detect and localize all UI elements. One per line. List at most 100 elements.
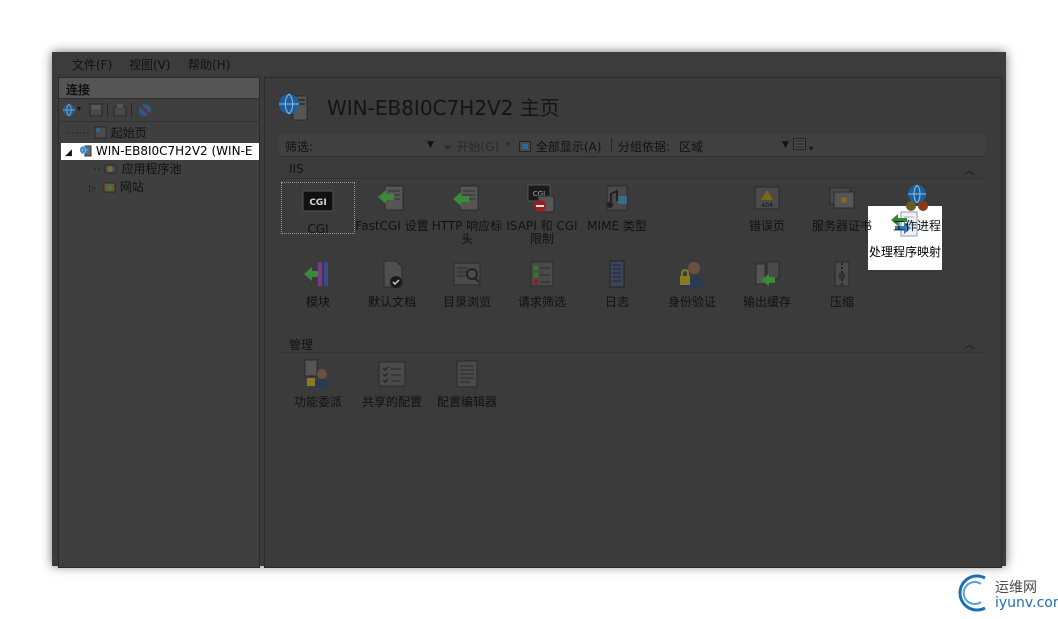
cgi-icon: CGI: [302, 190, 334, 212]
content-pane: WIN-EB8I0C7H2V2 主页 筛选: ▼ ⏷ 开始(G) ▾ 全部显示(…: [264, 77, 1002, 568]
go-button[interactable]: ⏷ 开始(G): [443, 138, 499, 155]
feature-label: 目录浏览: [442, 295, 491, 309]
tree-item-sites[interactable]: ▷ 网站: [89, 179, 144, 196]
feature-default-document[interactable]: 默认文档: [355, 258, 429, 309]
menu-bar: 文件(F) 视图(V) 帮助(H): [52, 52, 1006, 74]
feature-http-response-headers[interactable]: HTTP 响应标头: [430, 182, 504, 246]
server-globe-icon: [79, 145, 92, 157]
feature-label: 共享的配置: [361, 395, 422, 409]
tree-item-label: WIN-EB8I0C7H2V2 (WIN-E: [95, 144, 253, 158]
authentication-icon: [680, 262, 704, 288]
feature-label: HTTP 响应标头: [431, 219, 503, 246]
feature-cgi[interactable]: CGI CGI: [281, 182, 355, 236]
request-filtering-icon: [530, 261, 554, 287]
fastcgi-icon: [378, 185, 404, 211]
view-mode-button[interactable]: ▾: [793, 138, 813, 154]
connections-title: 连接: [66, 83, 91, 97]
feature-label: ISAPI 和 CGI 限制: [506, 219, 578, 246]
feature-compression[interactable]: 压缩: [805, 258, 879, 309]
feature-fastcgi-settings[interactable]: FastCGI 设置: [355, 182, 429, 233]
default-document-icon: [383, 260, 403, 288]
save-icon[interactable]: [89, 103, 103, 117]
feature-authentication[interactable]: 身份验证: [655, 258, 729, 309]
up-level-icon[interactable]: [113, 103, 127, 117]
show-all-icon: [519, 141, 531, 152]
tree-item-app-pools[interactable]: ·· 应用程序池: [93, 161, 181, 178]
connections-header: 连接: [59, 78, 259, 99]
menu-help[interactable]: 帮助(H): [188, 56, 230, 73]
collapse-chevron-icon[interactable]: ︿: [964, 162, 975, 178]
tree-item-server[interactable]: ◢ WIN-EB8I0C7H2V2 (WIN-E: [61, 143, 259, 160]
menu-view[interactable]: 视图(V): [129, 56, 171, 73]
connect-dropdown-icon[interactable]: ▾: [77, 104, 81, 113]
funnel-icon: ⏷: [443, 140, 453, 154]
svg-text:CGI: CGI: [309, 198, 326, 208]
feature-logging[interactable]: 日志: [580, 258, 654, 309]
watermark: 运维网 iyunv.com: [955, 570, 1058, 616]
watermark-logo-icon: [958, 574, 986, 612]
connect-globe-icon[interactable]: [62, 103, 76, 117]
collapse-arrow-icon[interactable]: ◢: [65, 145, 75, 162]
feature-label: 模块: [305, 295, 330, 309]
show-all-label: 全部显示(A): [535, 140, 602, 154]
feature-modules[interactable]: 模块: [281, 258, 355, 309]
tree-item-start-page[interactable]: ······ 起始页: [67, 125, 147, 142]
expand-arrow-icon[interactable]: ▷: [89, 181, 99, 198]
app-pool-icon: [104, 164, 117, 174]
group-by-dropdown-icon[interactable]: ▼: [782, 140, 789, 150]
feature-label: 功能委派: [293, 395, 342, 409]
go-label: 开始(G): [456, 140, 500, 154]
feature-server-certificates[interactable]: 服务器证书: [805, 182, 879, 233]
feature-label: 身份验证: [667, 295, 716, 309]
show-all-button[interactable]: 全部显示(A): [519, 138, 601, 155]
svg-text:404: 404: [761, 202, 773, 209]
menu-file[interactable]: 文件(F): [72, 56, 112, 73]
feature-request-filtering[interactable]: 请求筛选: [505, 258, 579, 309]
tree-item-label: 网站: [119, 180, 144, 194]
group-name-management: 管理: [289, 338, 314, 352]
filter-separator: [611, 138, 612, 152]
feature-label: FastCGI 设置: [355, 219, 429, 233]
filter-input[interactable]: [319, 138, 427, 152]
group-by-label: 分组依据:: [618, 140, 671, 154]
filter-label: 筛选:: [285, 140, 314, 154]
feature-isapi-cgi-restrictions[interactable]: CGI ISAPI 和 CGI 限制: [505, 182, 579, 246]
filter-dropdown-icon[interactable]: ▼: [427, 140, 434, 150]
modules-icon: [304, 262, 328, 286]
feature-label: 配置编辑器: [436, 395, 497, 409]
connections-toolbar: ▾: [59, 99, 259, 122]
feature-delegation-icon: [304, 359, 330, 388]
iis-manager-window: 文件(F) 视图(V) 帮助(H) 连接 ▾ ······ 起始页 ◢ WIN-…: [52, 52, 1006, 568]
feature-directory-browsing[interactable]: 目录浏览: [430, 258, 504, 309]
filter-bar: 筛选: ▼ ⏷ 开始(G) ▾ 全部显示(A) 分组依据: 区域 ▼ ▾: [279, 134, 985, 157]
http-headers-icon: [453, 185, 479, 211]
configuration-editor-icon: [456, 360, 478, 388]
group-header-iis[interactable]: IIS ︿: [279, 162, 985, 179]
go-dropdown-icon[interactable]: ▾: [506, 140, 511, 150]
group-by-select[interactable]: 区域: [679, 138, 703, 155]
view-mode-icon: [793, 138, 806, 150]
feature-output-caching[interactable]: 输出缓存: [730, 258, 804, 309]
sites-folder-icon: [103, 182, 116, 193]
group-header-management[interactable]: 管理 ︿: [279, 336, 985, 353]
feature-label: 处理程序映射: [868, 245, 941, 259]
feature-feature-delegation[interactable]: 功能委派: [281, 358, 355, 409]
mime-types-icon: [606, 185, 628, 211]
group-name-iis: IIS: [289, 162, 304, 176]
compression-icon: [834, 261, 850, 287]
feature-worker-processes[interactable]: 工作进程: [880, 182, 954, 233]
watermark-name: 运维网: [995, 580, 1037, 596]
directory-browsing-icon: [453, 262, 481, 286]
feature-label: MIME 类型: [587, 219, 647, 233]
isapi-restrictions-icon: CGI: [527, 184, 555, 213]
feature-label: 默认文档: [367, 295, 416, 309]
collapse-chevron-icon[interactable]: ︿: [964, 336, 975, 352]
feature-error-pages[interactable]: 404 错误页: [730, 182, 804, 233]
feature-mime-types[interactable]: MIME 类型: [580, 182, 654, 233]
shared-configuration-icon: [378, 361, 406, 387]
error-pages-icon: 404: [754, 186, 780, 210]
feature-configuration-editor[interactable]: 配置编辑器: [430, 358, 504, 409]
disconnect-icon[interactable]: [138, 103, 152, 117]
feature-label: 工作进程: [892, 219, 941, 233]
feature-shared-configuration[interactable]: 共享的配置: [355, 358, 429, 409]
